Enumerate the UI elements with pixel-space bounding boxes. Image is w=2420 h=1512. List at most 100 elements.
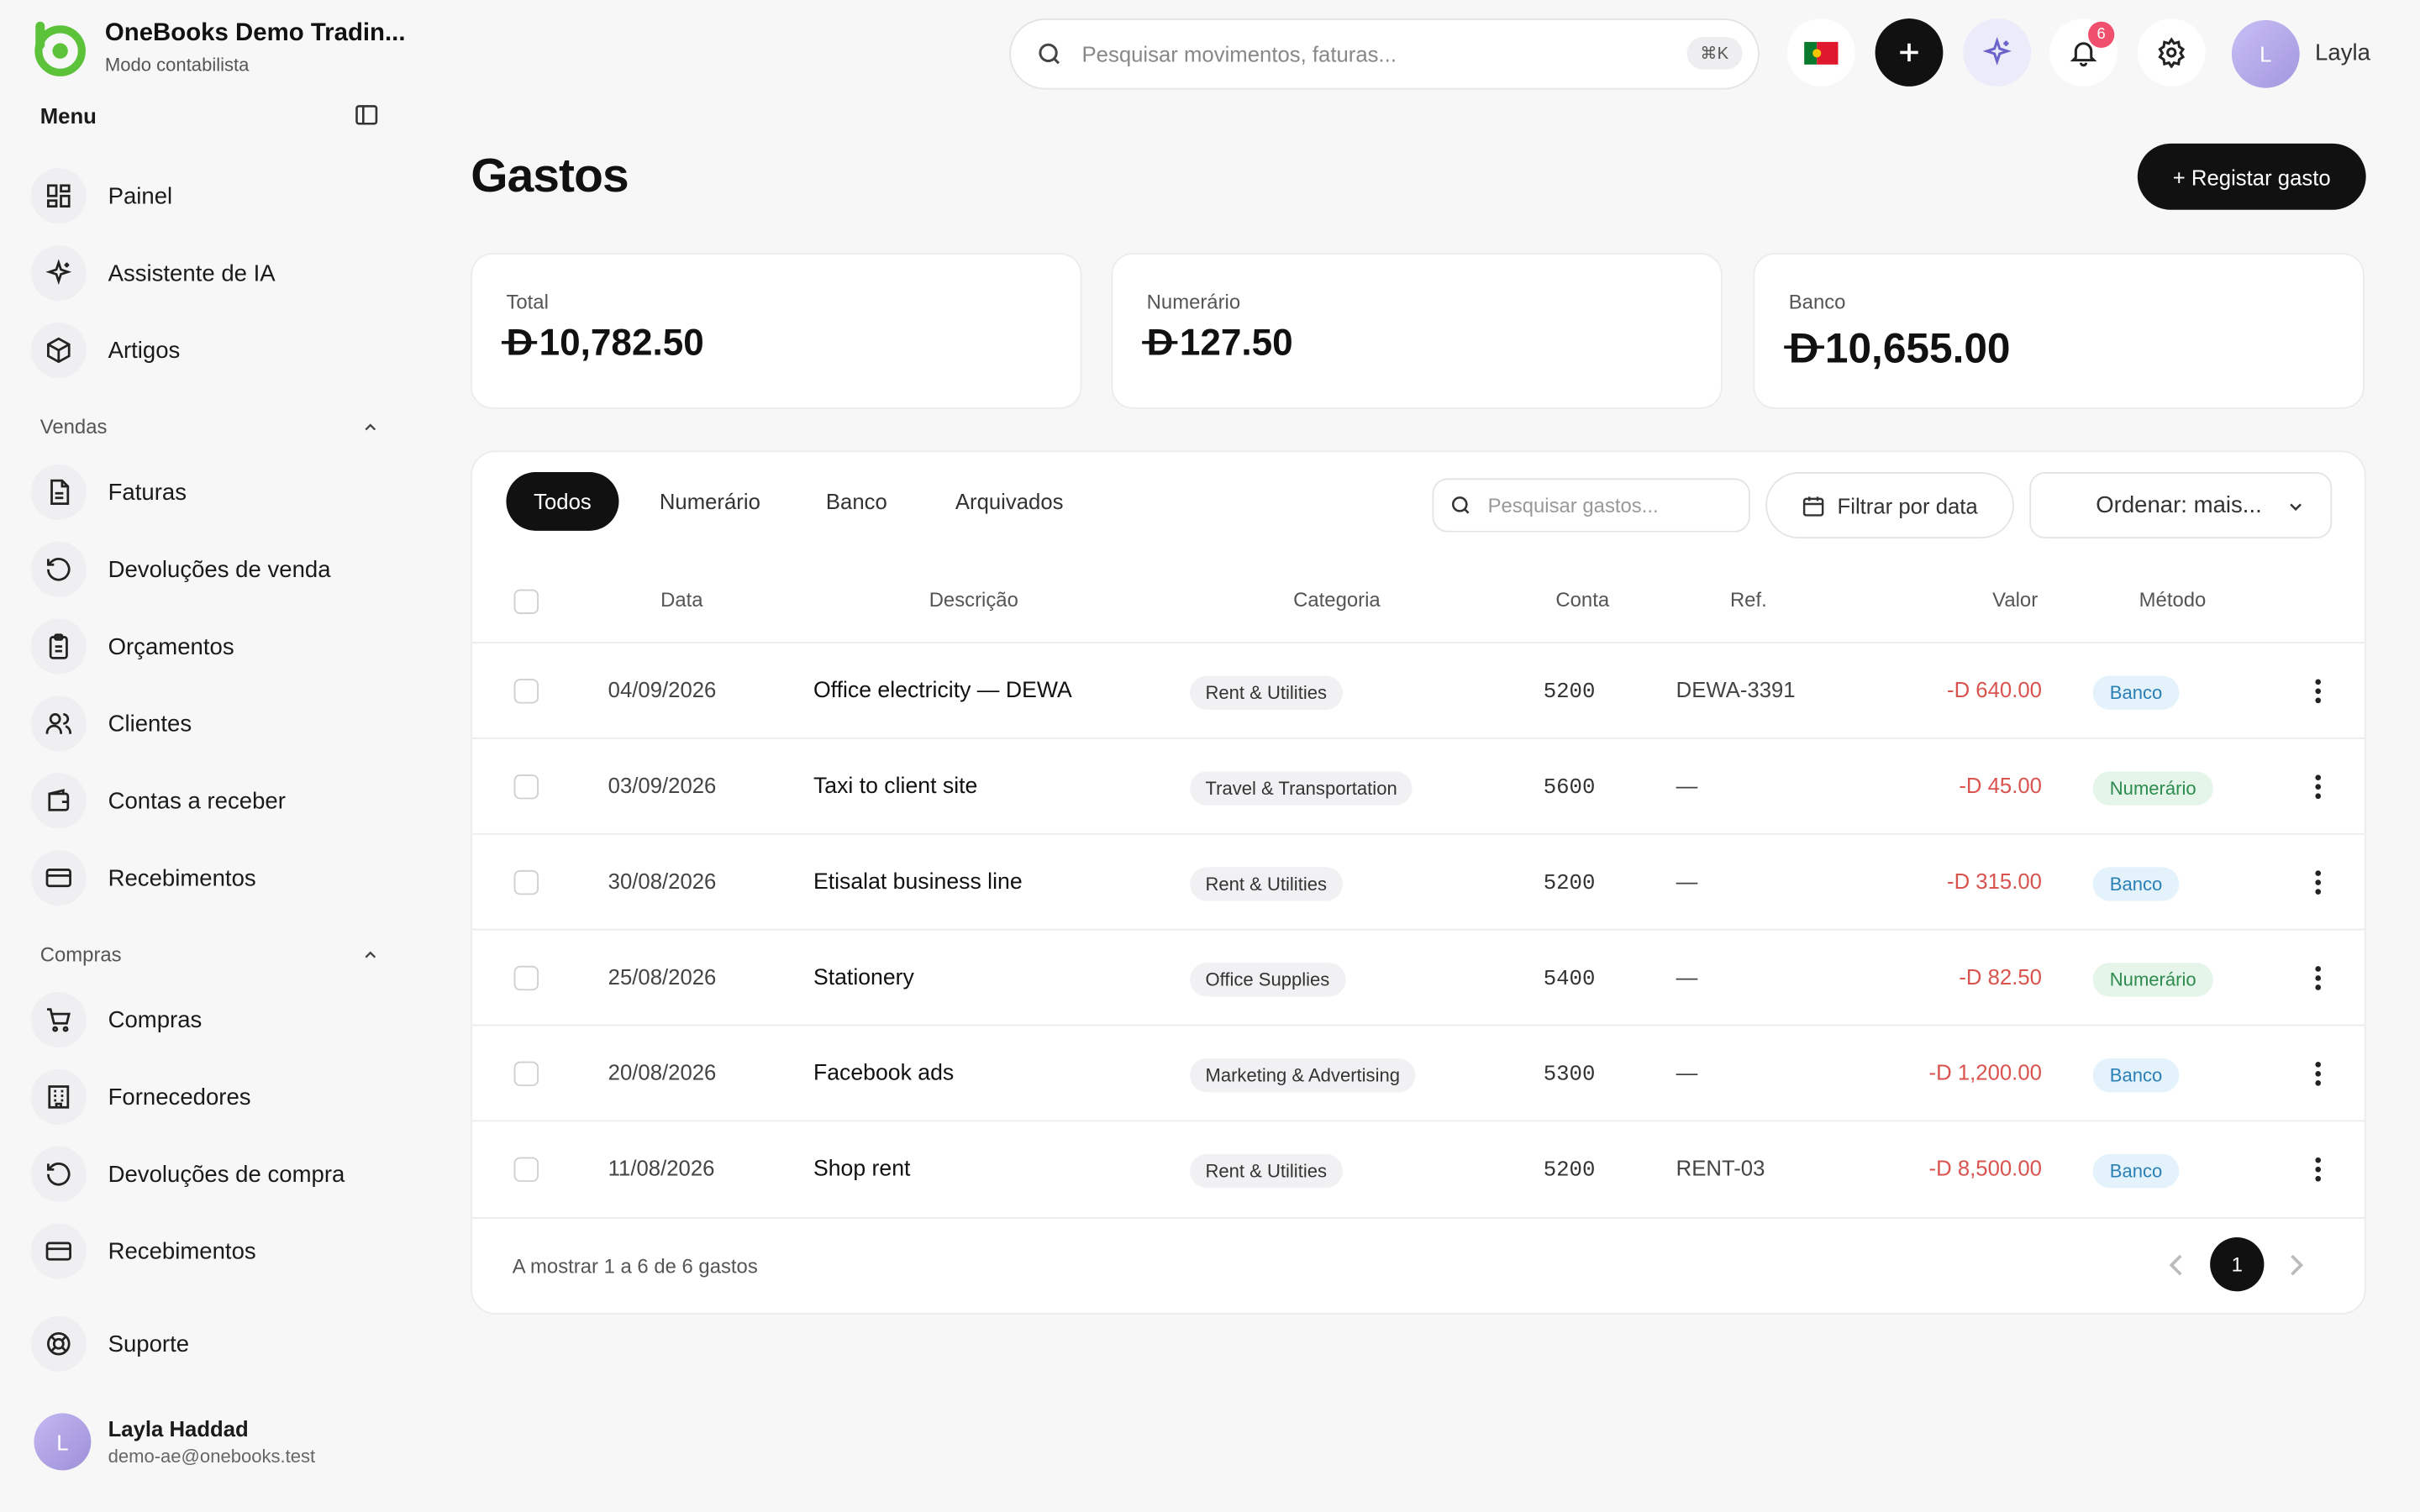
section-vendas[interactable]: Vendas — [40, 415, 380, 438]
sort-select[interactable]: Ordenar: mais... — [2029, 472, 2333, 539]
sidebar-item-label: Artigos — [108, 337, 181, 364]
column-header-value[interactable]: Valor — [1992, 588, 2038, 612]
stat-card-numerario: Numerário D 127.50 — [1111, 253, 1723, 409]
sidebar-item-artigos[interactable]: Artigos — [30, 319, 386, 381]
global-search-input[interactable] — [1078, 39, 1672, 68]
row-checkbox[interactable] — [513, 774, 539, 800]
sidebar-item-compras[interactable]: Compras — [30, 989, 386, 1050]
avatar[interactable]: L — [2231, 19, 2300, 88]
tab-todos[interactable]: Todos — [506, 472, 619, 531]
row-method-badge: Numerário — [2092, 771, 2213, 806]
row-ref: DEWA-3391 — [1676, 677, 1796, 702]
onebooks-logo-icon — [34, 21, 86, 76]
sidebar-item-orcamentos[interactable]: Orçamentos — [30, 616, 386, 677]
row-more-button[interactable] — [2304, 961, 2332, 995]
row-account: 5200 — [1543, 1158, 1596, 1184]
global-search[interactable]: ⌘K — [1009, 18, 1760, 90]
row-account: 5300 — [1543, 1063, 1596, 1088]
table-row[interactable]: 25/08/2026 Stationery Office Supplies 54… — [472, 928, 2365, 1026]
ai-assistant-button[interactable] — [1963, 18, 2032, 87]
row-checkbox[interactable] — [513, 965, 539, 991]
row-value: -D 45.00 — [1959, 773, 2042, 798]
pagination-next-button[interactable] — [2281, 1248, 2312, 1282]
stat-label: Total — [506, 290, 549, 313]
row-more-button[interactable] — [2304, 865, 2332, 899]
sidebar-item-clientes[interactable]: Clientes — [30, 693, 386, 754]
row-description: Stationery — [813, 965, 914, 991]
select-all-checkbox[interactable] — [513, 589, 539, 615]
row-date: 20/08/2026 — [608, 1059, 717, 1085]
filter-date-button[interactable]: Filtrar por data — [1765, 472, 2014, 539]
column-header-description[interactable]: Descrição — [929, 588, 1018, 612]
table-row[interactable]: 20/08/2026 Facebook ads Marketing & Adve… — [472, 1024, 2365, 1122]
column-header-account[interactable]: Conta — [1555, 588, 1609, 612]
top-user-name[interactable]: Layla — [2315, 40, 2370, 66]
sparkles-icon — [45, 259, 72, 286]
more-vertical-icon — [2315, 870, 2322, 895]
column-header-category[interactable]: Categoria — [1293, 588, 1381, 612]
chevron-left-icon — [2169, 1254, 2182, 1276]
expense-search[interactable] — [1432, 478, 1750, 533]
row-category-badge: Rent & Utilities — [1190, 1153, 1343, 1189]
row-checkbox[interactable] — [513, 1061, 539, 1087]
sidebar-item-faturas[interactable]: Faturas — [30, 461, 386, 522]
row-description: Shop rent — [813, 1157, 911, 1182]
row-value: -D 1,200.00 — [1928, 1059, 2042, 1085]
tab-numerario[interactable]: Numerário — [639, 472, 781, 531]
column-header-date[interactable]: Data — [660, 588, 702, 612]
user-name: Layla Haddad — [108, 1416, 249, 1441]
pagination-prev-button[interactable] — [2160, 1248, 2191, 1282]
calendar-icon — [1803, 496, 1825, 516]
sidebar-toggle-icon[interactable] — [354, 102, 380, 128]
row-ref: — — [1676, 1059, 1698, 1085]
table-row[interactable]: 03/09/2026 Taxi to client site Travel & … — [472, 737, 2365, 835]
sidebar-item-devolucoes-venda[interactable]: Devoluções de venda — [30, 538, 386, 600]
sidebar-user[interactable]: L Layla Haddad demo-ae@onebooks.test — [34, 1413, 315, 1471]
tab-arquivados[interactable]: Arquivados — [935, 472, 1083, 531]
sidebar-item-fornecedores[interactable]: Fornecedores — [30, 1066, 386, 1127]
sidebar-item-recebimentos-compras[interactable]: Recebimentos — [30, 1221, 386, 1282]
box-icon — [47, 337, 71, 364]
notifications-button[interactable]: 6 — [2049, 18, 2118, 87]
column-header-ref[interactable]: Ref. — [1730, 588, 1767, 612]
card-icon — [45, 869, 71, 888]
row-account: 5200 — [1543, 680, 1596, 706]
row-more-button[interactable] — [2304, 675, 2332, 708]
register-expense-button[interactable]: + Registar gasto — [2137, 143, 2366, 210]
sidebar-item-label: Contas a receber — [108, 787, 286, 814]
row-more-button[interactable] — [2304, 1057, 2332, 1090]
language-button[interactable] — [1786, 18, 1855, 87]
filter-date-label: Filtrar por data — [1837, 492, 1978, 518]
table-row[interactable]: 04/09/2026 Office electricity — DEWA Ren… — [472, 642, 2365, 739]
sidebar-item-contas-receber[interactable]: Contas a receber — [30, 770, 386, 832]
table-row[interactable]: 11/08/2026 Shop rent Rent & Utilities 52… — [472, 1120, 2365, 1219]
row-account: 5400 — [1543, 967, 1596, 992]
column-header-method[interactable]: Método — [2139, 588, 2207, 612]
brand[interactable]: OneBooks Demo Tradin... Modo contabilist… — [31, 18, 406, 77]
row-category-badge: Marketing & Advertising — [1190, 1058, 1416, 1093]
row-date: 03/09/2026 — [608, 773, 717, 798]
settings-button[interactable] — [2137, 18, 2206, 87]
section-compras[interactable]: Compras — [40, 942, 380, 966]
sidebar-item-assistente[interactable]: Assistente de IA — [30, 242, 386, 303]
row-more-button[interactable] — [2304, 770, 2332, 804]
sidebar-item-suporte[interactable]: Suporte — [30, 1313, 386, 1374]
sidebar-item-devolucoes-compra[interactable]: Devoluções de compra — [30, 1143, 386, 1205]
card-icon — [45, 1242, 71, 1261]
row-checkbox[interactable] — [513, 1157, 539, 1182]
row-more-button[interactable] — [2304, 1152, 2332, 1186]
more-vertical-icon — [2315, 1062, 2322, 1086]
quick-add-button[interactable] — [1875, 18, 1944, 87]
sidebar-item-recebimentos-vendas[interactable]: Recebimentos — [30, 847, 386, 908]
stat-value: 10,782.50 — [539, 322, 704, 365]
tab-banco[interactable]: Banco — [802, 472, 911, 531]
pagination-page-button[interactable]: 1 — [2210, 1237, 2265, 1292]
table-row[interactable]: 30/08/2026 Etisalat business line Rent &… — [472, 832, 2365, 931]
row-ref: — — [1676, 773, 1698, 798]
expense-search-input[interactable] — [1484, 491, 1739, 519]
row-checkbox[interactable] — [513, 869, 539, 895]
sidebar-item-label: Assistente de IA — [108, 260, 276, 286]
row-date: 25/08/2026 — [608, 963, 717, 990]
row-checkbox[interactable] — [513, 679, 539, 704]
sidebar-item-painel[interactable]: Painel — [30, 165, 386, 227]
